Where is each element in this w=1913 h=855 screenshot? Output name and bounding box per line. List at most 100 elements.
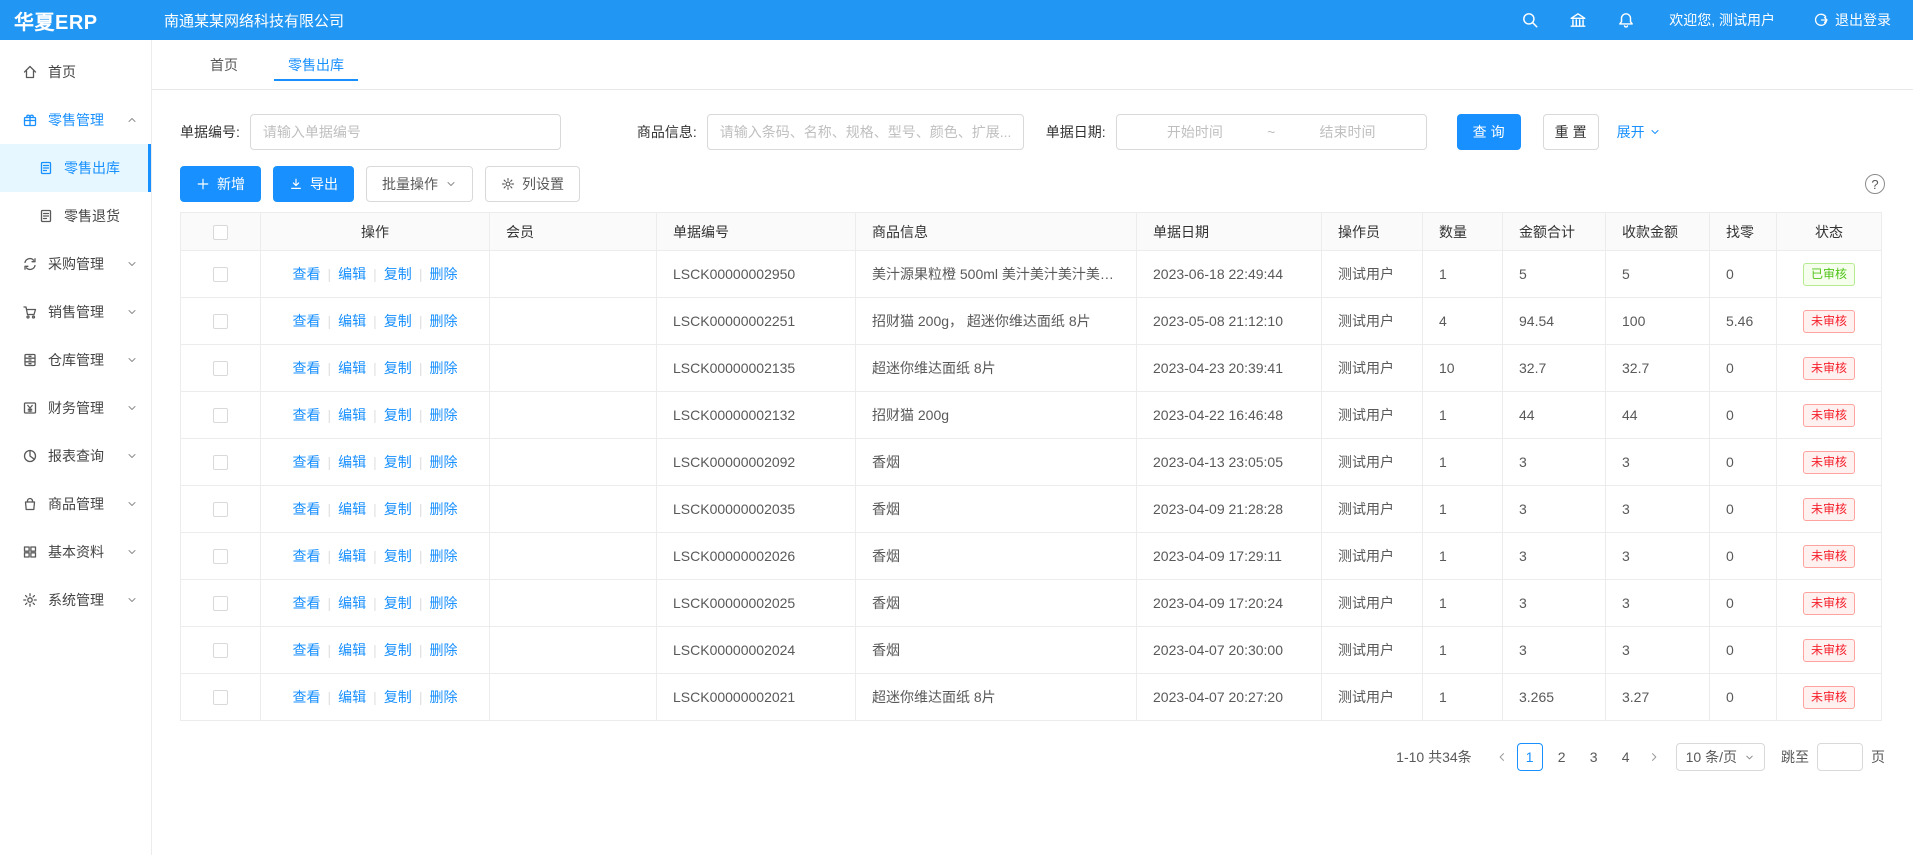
next-page-button[interactable] xyxy=(1642,743,1666,771)
sidebar-item-finance-management[interactable]: 财务管理 xyxy=(0,384,151,432)
help-icon[interactable]: ? xyxy=(1865,174,1885,194)
delete-link[interactable]: 删除 xyxy=(429,595,457,611)
welcome-user[interactable]: 欢迎您, 测试用户 xyxy=(1669,10,1775,30)
copy-link[interactable]: 复制 xyxy=(384,454,412,470)
view-link[interactable]: 查看 xyxy=(293,642,321,658)
copy-link[interactable]: 复制 xyxy=(384,689,412,705)
edit-link[interactable]: 编辑 xyxy=(338,454,366,470)
edit-link[interactable]: 编辑 xyxy=(338,501,366,517)
view-link[interactable]: 查看 xyxy=(293,548,321,564)
reset-button[interactable]: 重置 xyxy=(1543,114,1599,150)
page-number-4[interactable]: 4 xyxy=(1613,743,1639,771)
search-button[interactable]: 查询 xyxy=(1457,114,1521,150)
copy-link[interactable]: 复制 xyxy=(384,266,412,282)
sidebar-item-warehouse-management[interactable]: 仓库管理 xyxy=(0,336,151,384)
edit-link[interactable]: 编辑 xyxy=(338,313,366,329)
copy-link[interactable]: 复制 xyxy=(384,407,412,423)
delete-link[interactable]: 删除 xyxy=(429,642,457,658)
edit-link[interactable]: 编辑 xyxy=(338,642,366,658)
row-checkbox[interactable] xyxy=(213,361,228,376)
table-row: 查看|编辑|复制|删除 LSCK00000002132 招财猫 200g 202… xyxy=(181,392,1882,439)
edit-link[interactable]: 编辑 xyxy=(338,266,366,282)
date-range-input[interactable]: 开始时间 ~ 结束时间 xyxy=(1116,114,1427,150)
delete-link[interactable]: 删除 xyxy=(429,407,457,423)
view-link[interactable]: 查看 xyxy=(293,595,321,611)
sidebar-item-retail-management[interactable]: 零售管理 xyxy=(0,96,151,144)
page-number-1[interactable]: 1 xyxy=(1517,743,1543,771)
delete-link[interactable]: 删除 xyxy=(429,689,457,705)
sidebar-item-retail-outbound[interactable]: 零售出库 xyxy=(0,144,151,192)
view-link[interactable]: 查看 xyxy=(293,689,321,705)
header-received-amount: 收款金额 xyxy=(1606,213,1710,251)
select-all-checkbox[interactable] xyxy=(213,225,228,240)
search-icon[interactable] xyxy=(1521,11,1539,29)
delete-link[interactable]: 删除 xyxy=(429,313,457,329)
header-total-amount: 金额合计 xyxy=(1503,213,1606,251)
sidebar-item-product-management[interactable]: 商品管理 xyxy=(0,480,151,528)
delete-link[interactable]: 删除 xyxy=(429,266,457,282)
row-checkbox[interactable] xyxy=(213,267,228,282)
sidebar-item-report-query[interactable]: 报表查询 xyxy=(0,432,151,480)
expand-link[interactable]: 展开 xyxy=(1617,122,1661,142)
row-checkbox[interactable] xyxy=(213,549,228,564)
sidebar-item-retail-return[interactable]: 零售退货 xyxy=(0,192,151,240)
delete-link[interactable]: 删除 xyxy=(429,501,457,517)
sidebar-item-basic-data[interactable]: 基本资料 xyxy=(0,528,151,576)
copy-link[interactable]: 复制 xyxy=(384,360,412,376)
bank-icon[interactable] xyxy=(1569,11,1587,29)
row-checkbox[interactable] xyxy=(213,502,228,517)
header-change: 找零 xyxy=(1710,213,1777,251)
add-button[interactable]: 新增 xyxy=(180,166,261,202)
sidebar-item-purchase-management[interactable]: 采购管理 xyxy=(0,240,151,288)
column-settings-button[interactable]: 列设置 xyxy=(485,166,580,202)
table-row: 查看|编辑|复制|删除 LSCK00000002251 招财猫 200g， 超迷… xyxy=(181,298,1882,345)
export-button[interactable]: 导出 xyxy=(273,166,354,202)
cell-change: 0 xyxy=(1710,580,1777,627)
logout-button[interactable]: 退出登录 xyxy=(1813,10,1891,30)
delete-link[interactable]: 删除 xyxy=(429,454,457,470)
view-link[interactable]: 查看 xyxy=(293,266,321,282)
batch-actions-button[interactable]: 批量操作 xyxy=(366,166,473,202)
prev-page-button[interactable] xyxy=(1490,743,1514,771)
product-info-input[interactable] xyxy=(707,114,1024,150)
row-checkbox[interactable] xyxy=(213,643,228,658)
sidebar-item-system-management[interactable]: 系统管理 xyxy=(0,576,151,624)
delete-link[interactable]: 删除 xyxy=(429,548,457,564)
edit-link[interactable]: 编辑 xyxy=(338,595,366,611)
row-checkbox[interactable] xyxy=(213,690,228,705)
view-link[interactable]: 查看 xyxy=(293,407,321,423)
view-link[interactable]: 查看 xyxy=(293,454,321,470)
row-checkbox[interactable] xyxy=(213,408,228,423)
delete-link[interactable]: 删除 xyxy=(429,360,457,376)
edit-link[interactable]: 编辑 xyxy=(338,548,366,564)
sidebar: 首页 零售管理 零售出库 零售退货 采购管理 销售管理 xyxy=(0,40,152,855)
bell-icon[interactable] xyxy=(1617,11,1635,29)
edit-link[interactable]: 编辑 xyxy=(338,407,366,423)
tab-retail-outbound[interactable]: 零售出库 xyxy=(274,40,358,89)
grid-icon xyxy=(22,544,38,560)
row-checkbox[interactable] xyxy=(213,455,228,470)
jump-page-input[interactable] xyxy=(1817,743,1863,771)
cell-operator: 测试用户 xyxy=(1322,627,1423,674)
row-checkbox[interactable] xyxy=(213,596,228,611)
copy-link[interactable]: 复制 xyxy=(384,595,412,611)
copy-link[interactable]: 复制 xyxy=(384,501,412,517)
view-link[interactable]: 查看 xyxy=(293,501,321,517)
page-size-select[interactable]: 10 条/页 xyxy=(1676,743,1765,771)
tab-home[interactable]: 首页 xyxy=(196,40,252,89)
copy-link[interactable]: 复制 xyxy=(384,642,412,658)
page-number-3[interactable]: 3 xyxy=(1581,743,1607,771)
edit-link[interactable]: 编辑 xyxy=(338,689,366,705)
bill-no-input[interactable] xyxy=(250,114,561,150)
copy-link[interactable]: 复制 xyxy=(384,548,412,564)
page-number-2[interactable]: 2 xyxy=(1549,743,1575,771)
sidebar-item-sales-management[interactable]: 销售管理 xyxy=(0,288,151,336)
row-checkbox[interactable] xyxy=(213,314,228,329)
edit-link[interactable]: 编辑 xyxy=(338,360,366,376)
copy-link[interactable]: 复制 xyxy=(384,313,412,329)
cell-member xyxy=(490,392,657,439)
view-link[interactable]: 查看 xyxy=(293,313,321,329)
view-link[interactable]: 查看 xyxy=(293,360,321,376)
sidebar-item-home[interactable]: 首页 xyxy=(0,48,151,96)
date-start-placeholder: 开始时间 xyxy=(1129,122,1261,142)
